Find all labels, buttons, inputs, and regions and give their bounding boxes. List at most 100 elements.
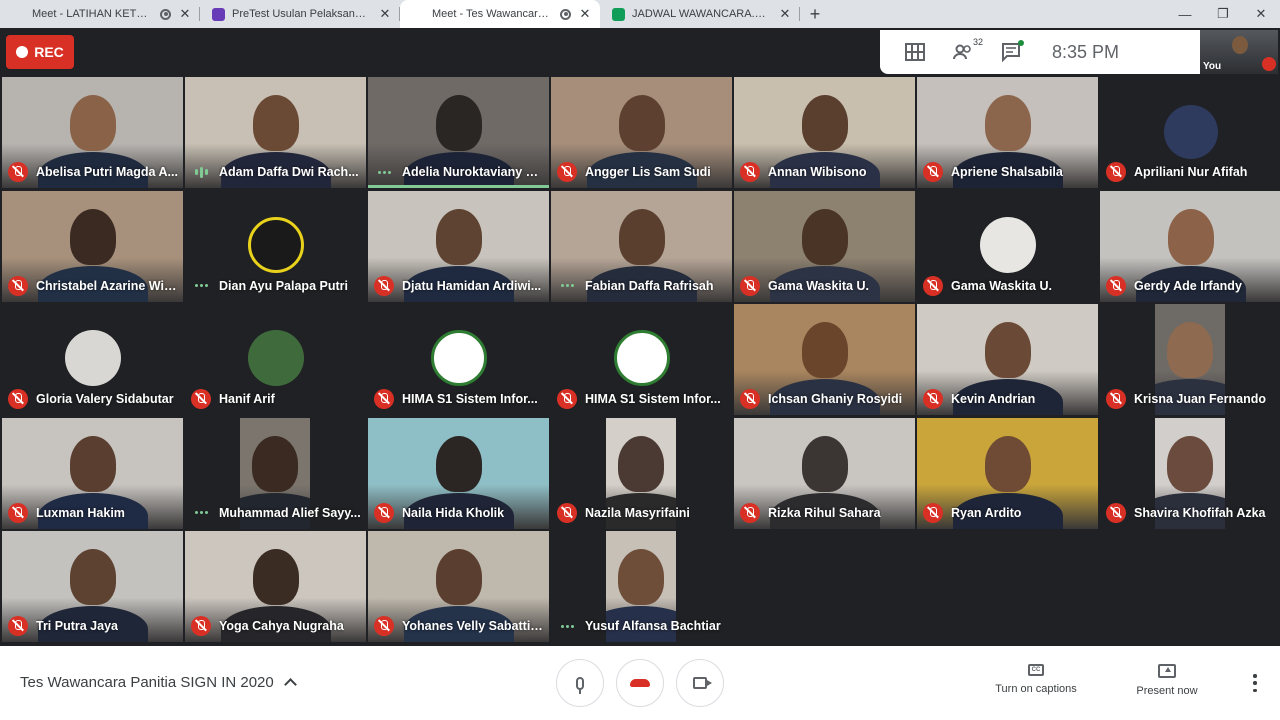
new-tab-button[interactable]: + xyxy=(800,0,830,28)
speaking-indicator-icon xyxy=(191,162,211,182)
captions-button[interactable]: CC Turn on captions xyxy=(990,664,1082,695)
participant-tile[interactable]: HIMA S1 Sistem Infor... xyxy=(551,304,732,415)
participant-tile[interactable]: Gama Waskita U. xyxy=(917,190,1098,302)
participant-tile[interactable]: Djatu Hamidan Ardiwi... xyxy=(368,190,549,302)
present-icon xyxy=(1158,664,1176,678)
participant-tile[interactable]: Gerdy Ade Irfandy xyxy=(1100,190,1280,302)
window-close-button[interactable]: ✕ xyxy=(1242,0,1280,28)
audio-level-dot xyxy=(204,511,208,514)
mic-off-icon xyxy=(740,162,760,182)
minimize-button[interactable]: — xyxy=(1166,0,1204,28)
participant-head xyxy=(801,435,848,492)
forms-icon xyxy=(212,7,225,21)
meeting-details-button[interactable]: Tes Wawancara Panitia SIGN IN 2020 xyxy=(20,674,297,691)
mic-off-icon xyxy=(923,275,943,296)
participant-tile[interactable]: Yoga Cahya Nugraha xyxy=(185,531,366,642)
microphone-button[interactable] xyxy=(556,659,604,707)
camera-button[interactable] xyxy=(676,659,724,707)
mic-off-icon xyxy=(374,616,394,636)
self-view-tile[interactable]: You xyxy=(1200,30,1278,74)
participant-tile[interactable]: Naila Hida Kholik xyxy=(368,417,549,529)
browser-tab[interactable]: JADWAL WAWANCARA.xlsx - Goo ✕ xyxy=(600,0,800,28)
participant-head xyxy=(69,95,116,151)
participant-tile[interactable]: Muhammad Alief Sayy... xyxy=(185,417,366,529)
participant-tile[interactable]: Krisna Juan Fernando xyxy=(1100,304,1280,415)
chevron-up-icon xyxy=(283,678,297,691)
participant-label: Kevin Andrian xyxy=(923,389,1094,409)
mic-off-icon xyxy=(8,162,28,182)
participant-label: Tri Putra Jaya xyxy=(8,616,179,636)
participant-tile[interactable]: Hanif Arif xyxy=(185,304,366,415)
browser-tab[interactable]: Meet - LATIHAN KETERAMPI ✕ xyxy=(0,0,200,49)
participant-avatar xyxy=(247,216,304,273)
participant-tile[interactable]: Apriliani Nur Afifah xyxy=(1100,77,1280,188)
mic-off-icon xyxy=(1106,275,1126,296)
participant-label: Yusuf Alfansa Bachtiar xyxy=(557,616,728,636)
close-tab-icon[interactable]: ✕ xyxy=(578,6,592,22)
participant-tile[interactable]: Yohanes Velly Sabattino xyxy=(368,531,549,642)
participant-label: Dian Ayu Palapa Putri xyxy=(191,276,362,296)
self-video xyxy=(1232,36,1248,54)
participant-tile[interactable]: Rizka Rihul Sahara xyxy=(734,417,915,529)
participant-tile[interactable]: Angger Lis Sam Sudi xyxy=(551,77,732,188)
participant-head xyxy=(984,95,1031,151)
audio-level-dot xyxy=(194,284,198,287)
participant-tile[interactable]: Abelisa Putri Magda A... xyxy=(2,77,183,188)
participant-label: Gama Waskita U. xyxy=(740,275,911,296)
mic-off-icon xyxy=(8,275,28,296)
record-dot-icon xyxy=(16,46,29,58)
close-tab-icon[interactable]: ✕ xyxy=(778,6,792,22)
participant-tile[interactable]: Adelia Nuroktaviany W... xyxy=(368,77,549,188)
participant-name: Djatu Hamidan Ardiwi... xyxy=(402,278,542,293)
participant-tile[interactable]: Annan Wibisono xyxy=(734,77,915,188)
participant-tile[interactable]: Nazila Masyrifaini xyxy=(551,417,732,529)
participant-tile[interactable]: Ryan Ardito xyxy=(917,417,1098,529)
participant-tile[interactable]: Adam Daffa Dwi Rach... xyxy=(185,77,366,188)
participant-label: Luxman Hakim xyxy=(8,502,179,523)
participant-head xyxy=(252,435,298,492)
recording-indicator[interactable]: REC xyxy=(6,35,74,69)
participant-tile[interactable]: Gloria Valery Sidabutar xyxy=(2,304,183,415)
close-tab-icon[interactable]: ✕ xyxy=(378,6,392,22)
participant-head xyxy=(618,95,665,151)
people-icon[interactable]: 32 xyxy=(952,37,983,63)
participant-tile[interactable]: Tri Putra Jaya xyxy=(2,531,183,642)
present-now-button[interactable]: Present now xyxy=(1127,664,1207,697)
participant-tile[interactable]: Ichsan Ghaniy Rosyidi xyxy=(734,304,915,415)
close-tab-icon[interactable]: ✕ xyxy=(178,6,192,22)
participant-label: Djatu Hamidan Ardiwi... xyxy=(374,275,545,296)
grid-layout-icon[interactable] xyxy=(904,41,926,63)
participant-tile[interactable]: Fabian Daffa Rafrisah xyxy=(551,190,732,302)
camera-icon xyxy=(693,677,712,689)
participant-tile[interactable]: Gama Waskita U. xyxy=(734,190,915,302)
self-label: You xyxy=(1203,61,1222,72)
participant-tile[interactable]: Apriene Shalsabila xyxy=(917,77,1098,188)
chat-icon[interactable] xyxy=(1000,40,1024,63)
tab-recording-icon xyxy=(560,8,571,20)
participant-label: Angger Lis Sam Sudi xyxy=(557,162,728,182)
participant-label: Gerdy Ade Irfandy xyxy=(1106,275,1277,296)
participant-avatar xyxy=(64,330,121,386)
maximize-button[interactable]: ❐ xyxy=(1204,0,1242,28)
tab-recording-icon xyxy=(160,8,171,20)
participant-tile[interactable]: Christabel Azarine Wib... xyxy=(2,190,183,302)
participant-tile[interactable]: Yusuf Alfansa Bachtiar xyxy=(551,531,732,642)
participant-tile[interactable]: Dian Ayu Palapa Putri xyxy=(185,190,366,302)
more-options-button[interactable] xyxy=(1248,674,1262,692)
participant-tile[interactable]: Kevin Andrian xyxy=(917,304,1098,415)
browser-tab[interactable]: Meet - Tes Wawancara Panitia ✕ xyxy=(400,0,600,49)
participant-count: 32 xyxy=(972,37,983,47)
participant-tile[interactable]: HIMA S1 Sistem Infor... xyxy=(368,304,549,415)
participant-label: HIMA S1 Sistem Infor... xyxy=(557,389,728,409)
sheets-icon xyxy=(612,7,625,21)
participant-name: Annan Wibisono xyxy=(768,165,867,179)
participant-tile[interactable]: Shavira Khofifah Azka xyxy=(1100,417,1280,529)
audio-level-dot xyxy=(199,511,203,514)
participant-head xyxy=(801,95,848,151)
participant-name: Ichsan Ghaniy Rosyidi xyxy=(768,392,903,406)
participant-label: Ichsan Ghaniy Rosyidi xyxy=(740,389,911,409)
browser-tab[interactable]: PreTest Usulan Pelaksanaan kegia ✕ xyxy=(200,0,400,28)
participant-head xyxy=(801,322,848,378)
leave-call-button[interactable] xyxy=(616,659,664,707)
participant-tile[interactable]: Luxman Hakim xyxy=(2,417,183,529)
